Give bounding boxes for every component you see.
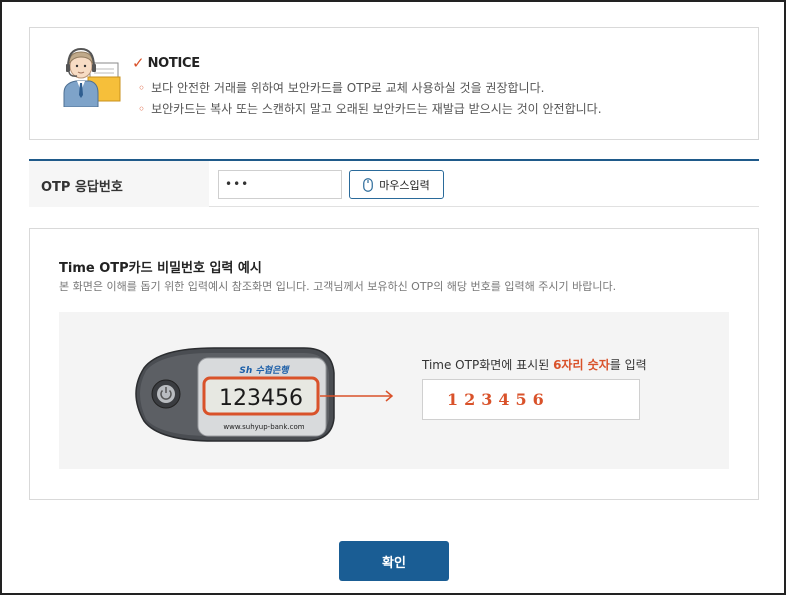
otp-label: OTP 응답번호 — [41, 180, 123, 195]
bullet-icon: ◦ — [138, 102, 146, 116]
otp-example-panel: Time OTP카드 비밀번호 입력 예시 본 화면은 이해를 돕기 위한 입력… — [29, 228, 759, 500]
check-icon: ✓ — [132, 54, 145, 72]
notice-box: ✓ NOTICE ◦ 보다 안전한 거래를 위하여 보안카드를 OTP로 교체 … — [29, 27, 759, 140]
bullet-icon: ◦ — [138, 81, 146, 95]
otp-device-code: 123456 — [219, 386, 303, 411]
otp-input-row: OTP 응답번호 ••• 마우스입력 — [29, 159, 759, 207]
mouse-icon — [363, 177, 374, 192]
otp-device-url: www.suhyup-bank.com — [223, 423, 304, 431]
notice-item: ◦ 보안카드는 복사 또는 스캔하지 말고 오래된 보안카드는 재발급 받으시는… — [138, 99, 602, 120]
otp-device-brand: Sh 수협은행 — [239, 365, 290, 376]
confirm-button[interactable]: 확인 — [339, 541, 449, 581]
example-title: Time OTP카드 비밀번호 입력 예시 — [59, 261, 262, 276]
notice-list: ◦ 보다 안전한 거래를 위하여 보안카드를 OTP로 교체 사용하실 것을 권… — [138, 78, 602, 120]
otp-label-cell: OTP 응답번호 — [29, 161, 209, 207]
otp-response-input[interactable]: ••• — [218, 170, 342, 199]
otp-device-image: Sh 수협은행 123456 www.suhyup-bank.com — [135, 347, 394, 442]
example-otp-field: 123456 — [422, 379, 640, 420]
notice-item: ◦ 보다 안전한 거래를 위하여 보안카드를 OTP로 교체 사용하실 것을 권… — [138, 78, 602, 99]
example-description: 본 화면은 이해를 돕기 위한 입력예시 참조화면 입니다. 고객님께서 보유하… — [59, 280, 617, 293]
example-caption: Time OTP화면에 표시된 6자리 숫자를 입력 — [422, 358, 647, 372]
mouse-input-button[interactable]: 마우스입력 — [349, 170, 444, 199]
customer-service-icon — [63, 47, 121, 107]
notice-title: ✓ NOTICE — [132, 54, 200, 72]
example-illustration: Sh 수협은행 123456 www.suhyup-bank.com Time … — [59, 312, 729, 469]
